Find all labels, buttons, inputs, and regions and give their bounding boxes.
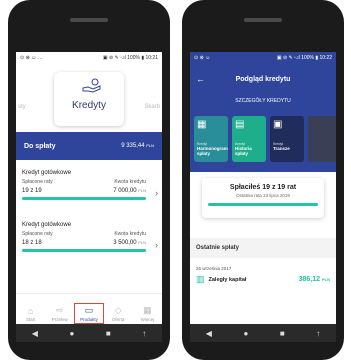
details-label: SZCZEGÓŁY KREDYTU bbox=[235, 98, 291, 104]
status-bar: ⊙ ⊗ ☺ ▣ ⊘ ✎ ▫.ıl 100% ▮ 10:22 bbox=[190, 52, 336, 64]
loan-labels: Spłacone raty Kwota kredytu bbox=[22, 179, 146, 185]
tab-przelew[interactable]: ⇨ Przelew bbox=[47, 305, 73, 322]
paid-progress-bar bbox=[208, 203, 318, 206]
status-left: ⊙ ⊗ ☺ … bbox=[20, 55, 43, 61]
card-more[interactable] bbox=[308, 116, 336, 162]
paid-title: Spłaciłeś 19 z 19 rat bbox=[229, 184, 297, 191]
home-icon: ⌂ bbox=[27, 306, 34, 316]
kredyty-title: Kredyty bbox=[72, 100, 106, 111]
right-phone: ⊙ ⊗ ☺ ▣ ⊘ ✎ ▫.ıl 100% ▮ 10:22 ← Podgląd … bbox=[182, 0, 344, 360]
speaker bbox=[244, 18, 282, 22]
due-amount: 9 335,44 PLN bbox=[121, 143, 154, 149]
card-transze[interactable]: ▣ Kredyt Transze bbox=[270, 116, 304, 162]
loan-preview-screen: ⊙ ⊗ ☺ ▣ ⊘ ✎ ▫.ıl 100% ▮ 10:22 ← Podgląd … bbox=[190, 52, 336, 342]
grid-icon: ▦ bbox=[143, 305, 152, 315]
bottom-tab-bar: ⌂ Start ⇨ Przelew ▭ Produkty ◇ Oferta ▦ Więce… bbox=[16, 293, 162, 324]
carousel-prev-label[interactable]: sty bbox=[18, 104, 26, 110]
paid-summary: Spłaciłeś 19 z 19 rat Ostatnia rata 23 l… bbox=[202, 178, 324, 218]
payment-name: Zaległy kapitał bbox=[208, 276, 247, 283]
back-arrow-icon[interactable]: ← bbox=[196, 74, 205, 84]
loan-item-1[interactable]: Kredyt gotówkowe Spłacone raty Kwota kre… bbox=[22, 170, 158, 200]
transfer-icon: ⇨ bbox=[56, 305, 64, 315]
loan-labels: Spłacone raty Kwota kredytu bbox=[22, 231, 146, 237]
pin-icon[interactable]: ↑ bbox=[316, 329, 320, 338]
loan-progress-bar bbox=[22, 197, 146, 200]
tab-oferta[interactable]: ◇ Oferta bbox=[105, 305, 131, 322]
recent-apps-icon[interactable]: ■ bbox=[106, 329, 111, 338]
kredyty-card[interactable]: Kredyty bbox=[54, 72, 124, 126]
paid-subtitle: Ostatnia rata 23 lipca 2019 bbox=[236, 193, 290, 198]
chevron-right-icon[interactable]: › bbox=[155, 240, 158, 250]
bank-icon: ▥ bbox=[196, 274, 205, 284]
chevron-right-icon[interactable]: › bbox=[155, 188, 158, 198]
card-historia[interactable]: ▤ Kredyt Historia spłaty bbox=[232, 116, 266, 162]
status-right: ▣ ⊘ ✎ ▫.ıl 100% ▮ 10:21 bbox=[102, 55, 158, 61]
tab-produkty[interactable]: ▭ Produkty bbox=[73, 303, 104, 324]
back-icon[interactable]: ◀ bbox=[32, 329, 38, 338]
home-button-icon[interactable]: ● bbox=[243, 329, 248, 338]
status-bar: ⊙ ⊗ ☺ … ▣ ⊘ ✎ ▫.ıl 100% ▮ 10:21 bbox=[16, 52, 162, 64]
page-header: ← Podgląd kredytu bbox=[190, 64, 336, 94]
payment-value: 386,12 PLN bbox=[298, 276, 330, 283]
left-phone: ⊙ ⊗ ☺ … ▣ ⊘ ✎ ▫.ıl 100% ▮ 10:21 sty Kred… bbox=[8, 0, 170, 360]
home-button-icon[interactable]: ● bbox=[69, 329, 74, 338]
history-icon: ▤ bbox=[235, 119, 245, 130]
tag-icon: ◇ bbox=[114, 305, 122, 315]
tab-start[interactable]: ⌂ Start bbox=[18, 306, 44, 322]
system-nav-bar: ◀ ● ■ ↑ bbox=[16, 324, 162, 342]
calendar-icon: ▦ bbox=[197, 119, 207, 130]
system-nav-bar: ◀ ● ■ ↑ bbox=[190, 324, 336, 342]
loan-progress-bar bbox=[22, 249, 146, 252]
loan-name: Kredyt gotówkowe bbox=[22, 222, 72, 228]
due-banner: Do spłaty 9 335,44 PLN bbox=[16, 132, 162, 160]
bank-icon: ▣ bbox=[273, 119, 283, 130]
due-label: Do spłaty bbox=[24, 142, 56, 150]
loan-values: 18 z 18 3 500,00 PLN bbox=[22, 240, 146, 246]
product-carousel[interactable]: sty Kredyty Skarb bbox=[16, 64, 162, 132]
details-panel: SZCZEGÓŁY KREDYTU ▦ Kredyt Harmonogram s… bbox=[190, 94, 336, 172]
loan-item-2[interactable]: Kredyt gotówkowe Spłacone raty Kwota kre… bbox=[22, 222, 158, 252]
kredyty-screen: ⊙ ⊗ ☺ … ▣ ⊘ ✎ ▫.ıl 100% ▮ 10:21 sty Kred… bbox=[16, 52, 162, 342]
payment-date: 26 września 2017 bbox=[196, 266, 232, 271]
back-icon[interactable]: ◀ bbox=[206, 329, 212, 338]
tab-wiecej[interactable]: ▦ Więcej bbox=[134, 305, 160, 322]
wallet-icon: ▭ bbox=[84, 305, 94, 315]
payment-row[interactable]: ▥ Zaległy kapitał 386,12 PLN bbox=[196, 274, 330, 285]
loan-values: 19 z 19 7 000,00 PLN bbox=[22, 188, 146, 194]
section-header-last-payments: Ostatnie spłaty bbox=[190, 238, 336, 258]
hand-coin-icon bbox=[82, 78, 101, 93]
status-left: ⊙ ⊗ ☺ bbox=[194, 55, 211, 61]
recent-apps-icon[interactable]: ■ bbox=[280, 329, 285, 338]
card-harmonogram[interactable]: ▦ Kredyt Harmonogram spłaty bbox=[194, 116, 228, 162]
loan-name: Kredyt gotówkowe bbox=[22, 170, 72, 176]
page-title: Podgląd kredytu bbox=[235, 75, 291, 83]
speaker bbox=[70, 18, 108, 22]
carousel-next-label[interactable]: Skarb bbox=[144, 104, 160, 110]
pin-icon[interactable]: ↑ bbox=[142, 329, 146, 338]
status-right: ▣ ⊘ ✎ ▫.ıl 100% ▮ 10:22 bbox=[276, 55, 332, 61]
